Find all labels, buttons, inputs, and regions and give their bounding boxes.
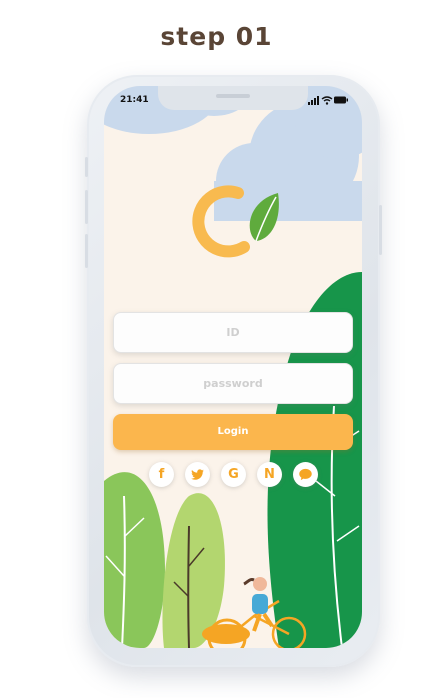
- login-button[interactable]: Login: [113, 414, 353, 450]
- id-input[interactable]: ID: [113, 312, 353, 353]
- speaker-grille: [216, 94, 250, 98]
- chat-login-button[interactable]: [293, 462, 318, 487]
- password-input[interactable]: password: [113, 363, 353, 404]
- status-bar: 21:41: [104, 86, 362, 114]
- signal-icon: [308, 96, 319, 105]
- twitter-login-button[interactable]: [185, 462, 210, 487]
- app-screen: 21:41 ID password Login f G N: [104, 86, 362, 648]
- phone-volume-up-button: [85, 190, 88, 224]
- status-time: 21:41: [120, 95, 149, 105]
- phone-side-button: [85, 157, 88, 177]
- leaf-c-logo-icon: [192, 185, 279, 258]
- chat-bubble-icon: [299, 468, 312, 481]
- tree-left: [104, 472, 165, 648]
- google-login-button[interactable]: G: [221, 462, 246, 487]
- naver-login-button[interactable]: N: [257, 462, 282, 487]
- step-title: step 01: [160, 22, 273, 51]
- naver-icon: N: [264, 467, 275, 482]
- status-icons: [308, 95, 348, 105]
- phone-notch: [158, 86, 308, 110]
- google-icon: G: [228, 467, 239, 482]
- battery-icon: [334, 96, 348, 104]
- facebook-login-button[interactable]: f: [149, 462, 174, 487]
- facebook-icon: f: [158, 467, 165, 482]
- twitter-icon: [191, 469, 205, 480]
- wifi-icon: [321, 96, 333, 102]
- phone-power-button: [379, 205, 382, 255]
- phone-volume-down-button: [85, 234, 88, 268]
